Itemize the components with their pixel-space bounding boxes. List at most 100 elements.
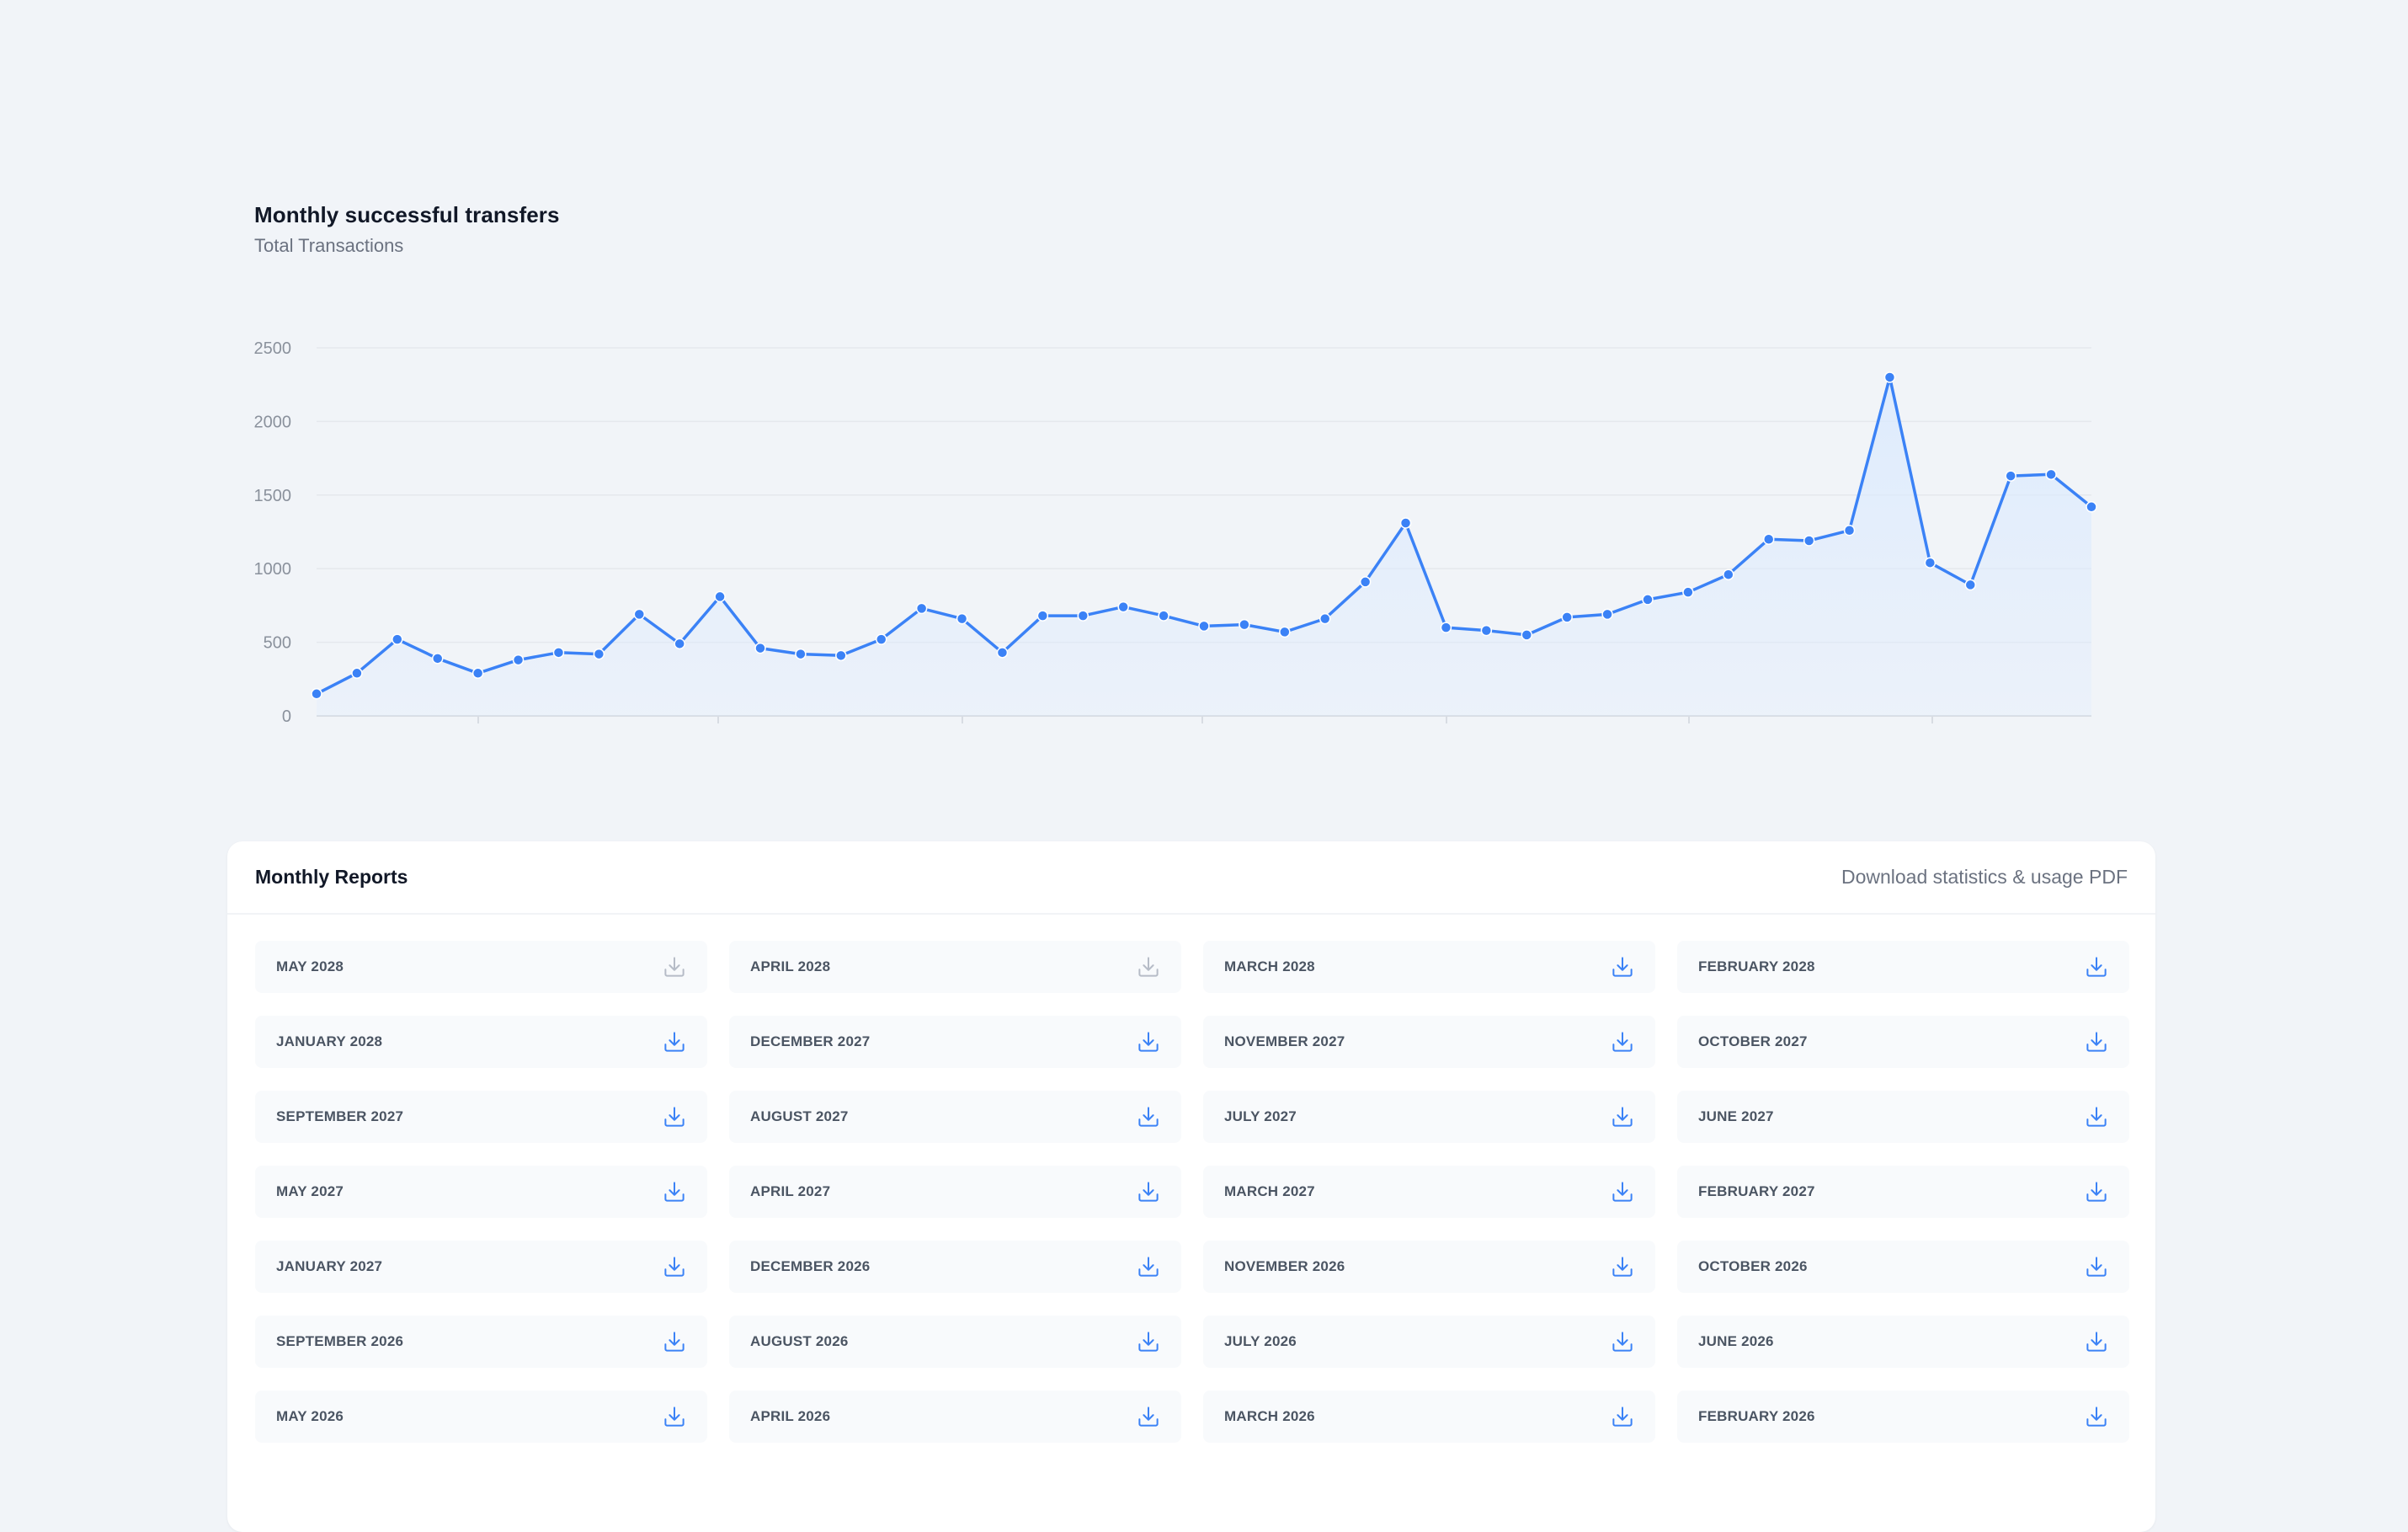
report-item[interactable]: OCTOBER 2026 xyxy=(1677,1241,2129,1293)
report-label: FEBRUARY 2026 xyxy=(1698,1408,1815,1424)
download-icon[interactable] xyxy=(1610,1104,1635,1129)
report-item[interactable]: JUNE 2026 xyxy=(1677,1316,2129,1368)
report-label: JULY 2026 xyxy=(1224,1333,1297,1349)
download-icon[interactable] xyxy=(1610,1254,1635,1279)
report-item[interactable]: MARCH 2028 xyxy=(1203,941,1655,993)
report-label: DECEMBER 2027 xyxy=(750,1033,871,1049)
data-point xyxy=(875,633,887,645)
data-point xyxy=(714,590,726,603)
download-icon[interactable] xyxy=(1136,1254,1161,1279)
report-item[interactable]: MAY 2026 xyxy=(255,1391,707,1443)
data-point xyxy=(593,648,605,660)
report-item[interactable]: AUGUST 2026 xyxy=(729,1316,1181,1368)
report-label: APRIL 2028 xyxy=(750,958,831,974)
report-item[interactable]: MAY 2027 xyxy=(255,1166,707,1218)
report-label: MARCH 2027 xyxy=(1224,1183,1315,1199)
report-item[interactable]: APRIL 2026 xyxy=(729,1391,1181,1443)
download-icon[interactable] xyxy=(1136,954,1161,980)
report-label: APRIL 2027 xyxy=(750,1183,831,1199)
report-item[interactable]: JULY 2027 xyxy=(1203,1091,1655,1143)
report-item[interactable]: JUNE 2027 xyxy=(1677,1091,2129,1143)
data-point xyxy=(431,653,444,665)
download-icon[interactable] xyxy=(662,1329,687,1354)
download-icon[interactable] xyxy=(1136,1104,1161,1129)
report-item[interactable]: DECEMBER 2027 xyxy=(729,1016,1181,1068)
download-icon[interactable] xyxy=(1610,1404,1635,1429)
download-icon[interactable] xyxy=(2084,1254,2109,1279)
data-point xyxy=(392,633,403,645)
download-icon[interactable] xyxy=(1136,1029,1161,1054)
report-item[interactable]: SEPTEMBER 2026 xyxy=(255,1316,707,1368)
report-label: NOVEMBER 2027 xyxy=(1224,1033,1345,1049)
report-label: JANUARY 2028 xyxy=(276,1033,383,1049)
download-icon[interactable] xyxy=(1136,1179,1161,1204)
data-point xyxy=(915,602,928,615)
report-label: OCTOBER 2026 xyxy=(1698,1258,1808,1274)
download-icon[interactable] xyxy=(1610,1329,1635,1354)
y-tick-label: 0 xyxy=(282,707,291,726)
data-point xyxy=(835,649,847,662)
download-icon[interactable] xyxy=(2084,1104,2109,1129)
report-item[interactable]: OCTOBER 2027 xyxy=(1677,1016,2129,1068)
report-label: JULY 2027 xyxy=(1224,1108,1297,1124)
report-item[interactable]: AUGUST 2027 xyxy=(729,1091,1181,1143)
report-label: JANUARY 2027 xyxy=(276,1258,383,1274)
report-label: AUGUST 2027 xyxy=(750,1108,849,1124)
transfers-chart: 0 500 1000 1500 2000 2500 xyxy=(254,339,2097,726)
report-item[interactable]: MAY 2028 xyxy=(255,941,707,993)
report-item[interactable]: FEBRUARY 2027 xyxy=(1677,1166,2129,1218)
report-label: NOVEMBER 2026 xyxy=(1224,1258,1345,1274)
report-label: MAY 2028 xyxy=(276,958,344,974)
report-label: FEBRUARY 2028 xyxy=(1698,958,1815,974)
download-icon[interactable] xyxy=(2084,1404,2109,1429)
report-item[interactable]: JANUARY 2027 xyxy=(255,1241,707,1293)
data-point xyxy=(754,642,766,654)
download-icon[interactable] xyxy=(2084,1029,2109,1054)
y-tick-label: 1500 xyxy=(254,487,292,505)
report-item[interactable]: APRIL 2027 xyxy=(729,1166,1181,1218)
report-item[interactable]: SEPTEMBER 2027 xyxy=(255,1091,707,1143)
report-label: DECEMBER 2026 xyxy=(750,1258,871,1274)
download-icon[interactable] xyxy=(662,1404,687,1429)
data-point xyxy=(1601,608,1613,621)
download-icon[interactable] xyxy=(1610,954,1635,980)
report-item[interactable]: JULY 2026 xyxy=(1203,1316,1655,1368)
data-point xyxy=(552,647,565,659)
download-icon[interactable] xyxy=(662,1104,687,1129)
data-point xyxy=(2086,501,2097,513)
download-icon[interactable] xyxy=(2084,1179,2109,1204)
data-point xyxy=(956,612,968,625)
report-item[interactable]: NOVEMBER 2027 xyxy=(1203,1016,1655,1068)
data-point xyxy=(1399,517,1412,529)
report-label: APRIL 2026 xyxy=(750,1408,831,1424)
download-icon[interactable] xyxy=(662,1179,687,1204)
report-item[interactable]: FEBRUARY 2026 xyxy=(1677,1391,2129,1443)
report-label: SEPTEMBER 2027 xyxy=(276,1108,404,1124)
report-item[interactable]: FEBRUARY 2028 xyxy=(1677,941,2129,993)
report-item[interactable]: DECEMBER 2026 xyxy=(729,1241,1181,1293)
report-label: AUGUST 2026 xyxy=(750,1333,849,1349)
reports-header: Monthly Reports Download statistics & us… xyxy=(227,841,2155,915)
monthly-reports-card: Monthly Reports Download statistics & us… xyxy=(227,841,2155,1532)
download-pdf-link[interactable]: Download statistics & usage PDF xyxy=(1841,866,2128,889)
report-label: MARCH 2026 xyxy=(1224,1408,1315,1424)
report-item[interactable]: MARCH 2027 xyxy=(1203,1166,1655,1218)
data-point xyxy=(2005,470,2016,482)
download-icon[interactable] xyxy=(1136,1404,1161,1429)
download-icon[interactable] xyxy=(2084,954,2109,980)
y-tick-label: 1000 xyxy=(254,560,292,579)
download-icon[interactable] xyxy=(1136,1329,1161,1354)
reports-grid: MAY 2028 APRIL 2028 MARCH 2028 FEBRUARY 202… xyxy=(255,941,2129,1443)
report-item[interactable]: NOVEMBER 2026 xyxy=(1203,1241,1655,1293)
data-point xyxy=(512,654,525,666)
data-point xyxy=(2045,468,2057,481)
report-item[interactable]: JANUARY 2028 xyxy=(255,1016,707,1068)
download-icon[interactable] xyxy=(2084,1329,2109,1354)
download-icon[interactable] xyxy=(1610,1179,1635,1204)
report-item[interactable]: MARCH 2026 xyxy=(1203,1391,1655,1443)
download-icon[interactable] xyxy=(662,1254,687,1279)
download-icon[interactable] xyxy=(662,954,687,980)
download-icon[interactable] xyxy=(662,1029,687,1054)
download-icon[interactable] xyxy=(1610,1029,1635,1054)
report-item[interactable]: APRIL 2028 xyxy=(729,941,1181,993)
